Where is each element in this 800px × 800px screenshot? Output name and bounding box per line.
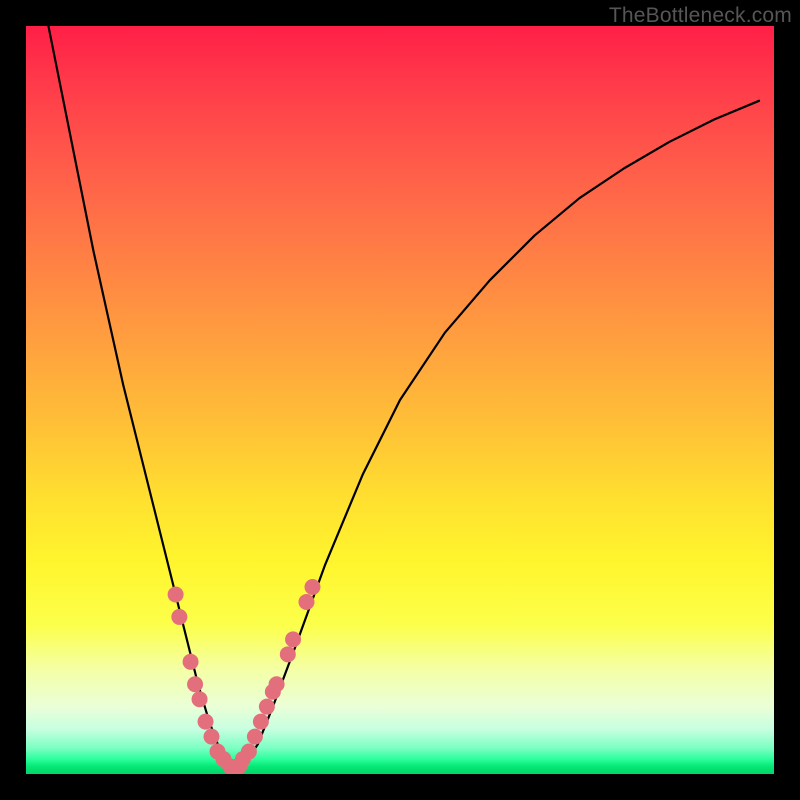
- highlight-dot: [171, 609, 187, 625]
- highlight-dot: [259, 699, 275, 715]
- highlight-dot: [247, 729, 263, 745]
- highlight-dot: [285, 631, 301, 647]
- highlight-dot: [168, 586, 184, 602]
- highlight-dot: [198, 714, 214, 730]
- watermark-text: TheBottleneck.com: [609, 4, 792, 28]
- highlight-dots-group: [168, 579, 321, 774]
- chart-frame: TheBottleneck.com: [0, 0, 800, 800]
- highlight-dot: [204, 729, 220, 745]
- chart-overlay-svg: [26, 26, 774, 774]
- highlight-dot: [241, 744, 257, 760]
- highlight-dot: [304, 579, 320, 595]
- highlight-dot: [192, 691, 208, 707]
- highlight-dot: [187, 676, 203, 692]
- highlight-dot: [183, 654, 199, 670]
- highlight-dot: [269, 676, 285, 692]
- bottleneck-curve: [48, 26, 759, 767]
- plot-area: [26, 26, 774, 774]
- highlight-dot: [299, 594, 315, 610]
- highlight-dot: [280, 646, 296, 662]
- highlight-dot: [253, 714, 269, 730]
